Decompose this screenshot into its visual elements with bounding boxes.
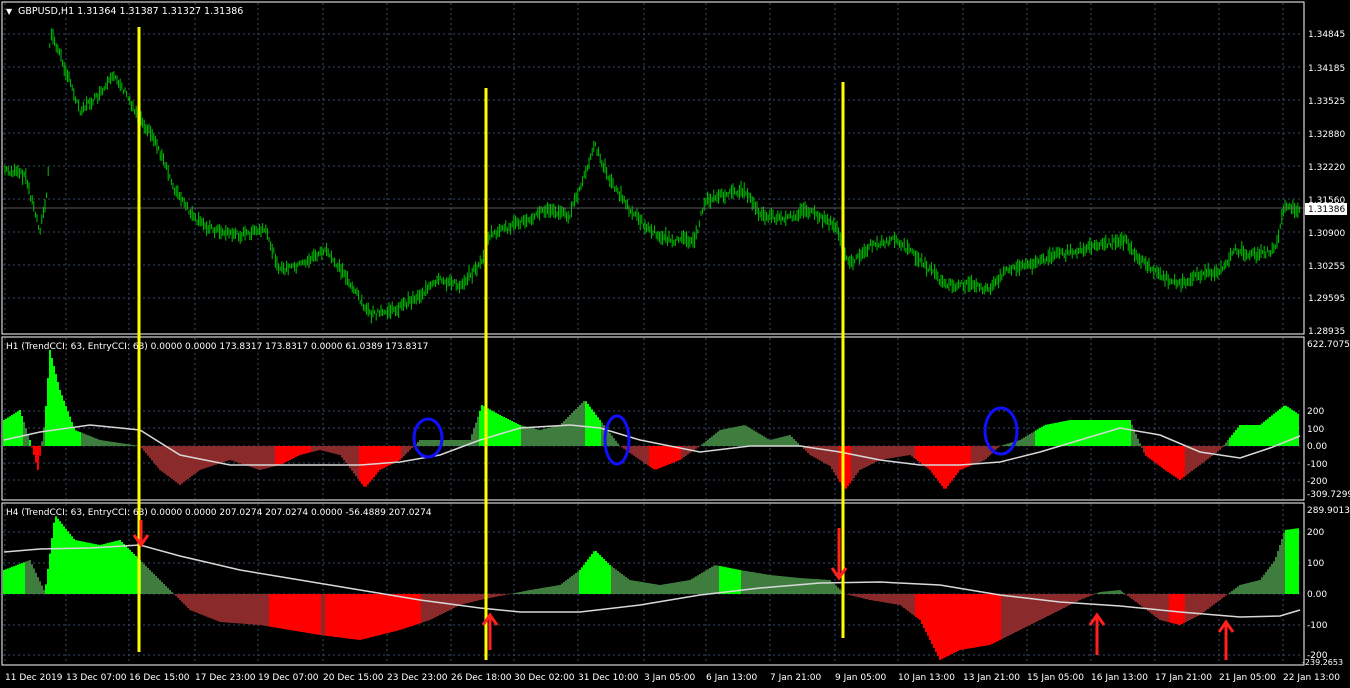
h1-tick: -309.7299 <box>1307 490 1350 500</box>
h4-tick: -239.2653 <box>1302 658 1343 667</box>
time-label: 30 Dec 02:00 <box>514 673 575 683</box>
time-label: 10 Jan 13:00 <box>898 673 955 683</box>
time-label: 3 Jan 05:00 <box>644 673 696 683</box>
h1-tick: 200 <box>1307 407 1324 417</box>
time-label: 20 Dec 15:00 <box>323 673 384 683</box>
time-label: 17 Dec 23:00 <box>195 673 256 683</box>
time-label: 13 Dec 07:00 <box>66 673 127 683</box>
h4-tick: 100 <box>1307 559 1324 569</box>
current-price-label: 1.31386 <box>1308 205 1345 215</box>
h4-scale[interactable]: 289.9013 200 100 0.00 -100 -200 -239.265… <box>1302 506 1350 667</box>
h4-tick: 0.00 <box>1307 590 1327 600</box>
price-tick: 1.28935 <box>1308 327 1345 337</box>
h4-tick: 289.9013 <box>1307 506 1350 516</box>
time-label: 16 Jan 13:00 <box>1091 673 1148 683</box>
time-label: 9 Jan 05:00 <box>835 673 887 683</box>
h1-tick: 100 <box>1307 425 1324 435</box>
h4-tick: -100 <box>1307 621 1328 631</box>
time-label: 13 Jan 21:00 <box>963 673 1020 683</box>
price-tick: 1.30900 <box>1308 229 1345 239</box>
h1-scale[interactable]: 622.7075 200 100 0.00 -100 -200 -309.729… <box>1307 340 1350 500</box>
time-label: 31 Dec 10:00 <box>578 673 639 683</box>
price-tick: 1.34845 <box>1308 30 1345 40</box>
time-label: 17 Jan 21:00 <box>1155 673 1212 683</box>
h4-indicator-title: H4 (TrendCCI: 63, EntryCCI: 63) 0.0000 0… <box>6 508 432 518</box>
h1-tick: -200 <box>1307 477 1328 487</box>
time-label: 7 Jan 21:00 <box>770 673 822 683</box>
time-label: 26 Dec 18:00 <box>451 673 512 683</box>
time-label: 23 Dec 23:00 <box>387 673 448 683</box>
h4-tick: 200 <box>1307 528 1324 538</box>
time-label: 21 Jan 05:00 <box>1219 673 1276 683</box>
h1-tick: 622.7075 <box>1307 340 1350 350</box>
main-price-panel[interactable] <box>1 1 1305 335</box>
time-axis[interactable]: 11 Dec 2019 13 Dec 07:00 16 Dec 15:00 17… <box>5 673 1340 683</box>
price-tick: 1.33525 <box>1308 97 1345 107</box>
price-tick: 1.34185 <box>1308 64 1345 74</box>
h1-indicator-panel[interactable] <box>1 336 1305 501</box>
collapse-icon[interactable]: ▼ <box>6 7 13 16</box>
chart-window[interactable]: ▼ GBPUSD,H1 1.31364 1.31387 1.31327 1.31… <box>0 0 1350 688</box>
time-label: 22 Jan 13:00 <box>1283 673 1340 683</box>
h1-tick: 0.00 <box>1307 442 1327 452</box>
time-label: 15 Jan 05:00 <box>1027 673 1084 683</box>
time-label: 6 Jan 13:00 <box>706 673 758 683</box>
h1-tick: -100 <box>1307 460 1328 470</box>
price-tick: 1.32220 <box>1308 163 1345 173</box>
price-tick: 1.30255 <box>1308 262 1345 272</box>
h1-indicator-title: H1 (TrendCCI: 63, EntryCCI: 63) 0.0000 0… <box>6 342 428 352</box>
price-tick: 1.32880 <box>1308 130 1345 140</box>
price-tick: 1.29595 <box>1308 294 1345 304</box>
price-scale[interactable]: 1.34845 1.34185 1.33525 1.32880 1.32220 … <box>1305 30 1347 337</box>
time-label: 11 Dec 2019 <box>5 673 63 683</box>
time-label: 16 Dec 15:00 <box>129 673 190 683</box>
time-label: 19 Dec 07:00 <box>258 673 319 683</box>
symbol-title: GBPUSD,H1 1.31364 1.31387 1.31327 1.3138… <box>18 6 243 17</box>
